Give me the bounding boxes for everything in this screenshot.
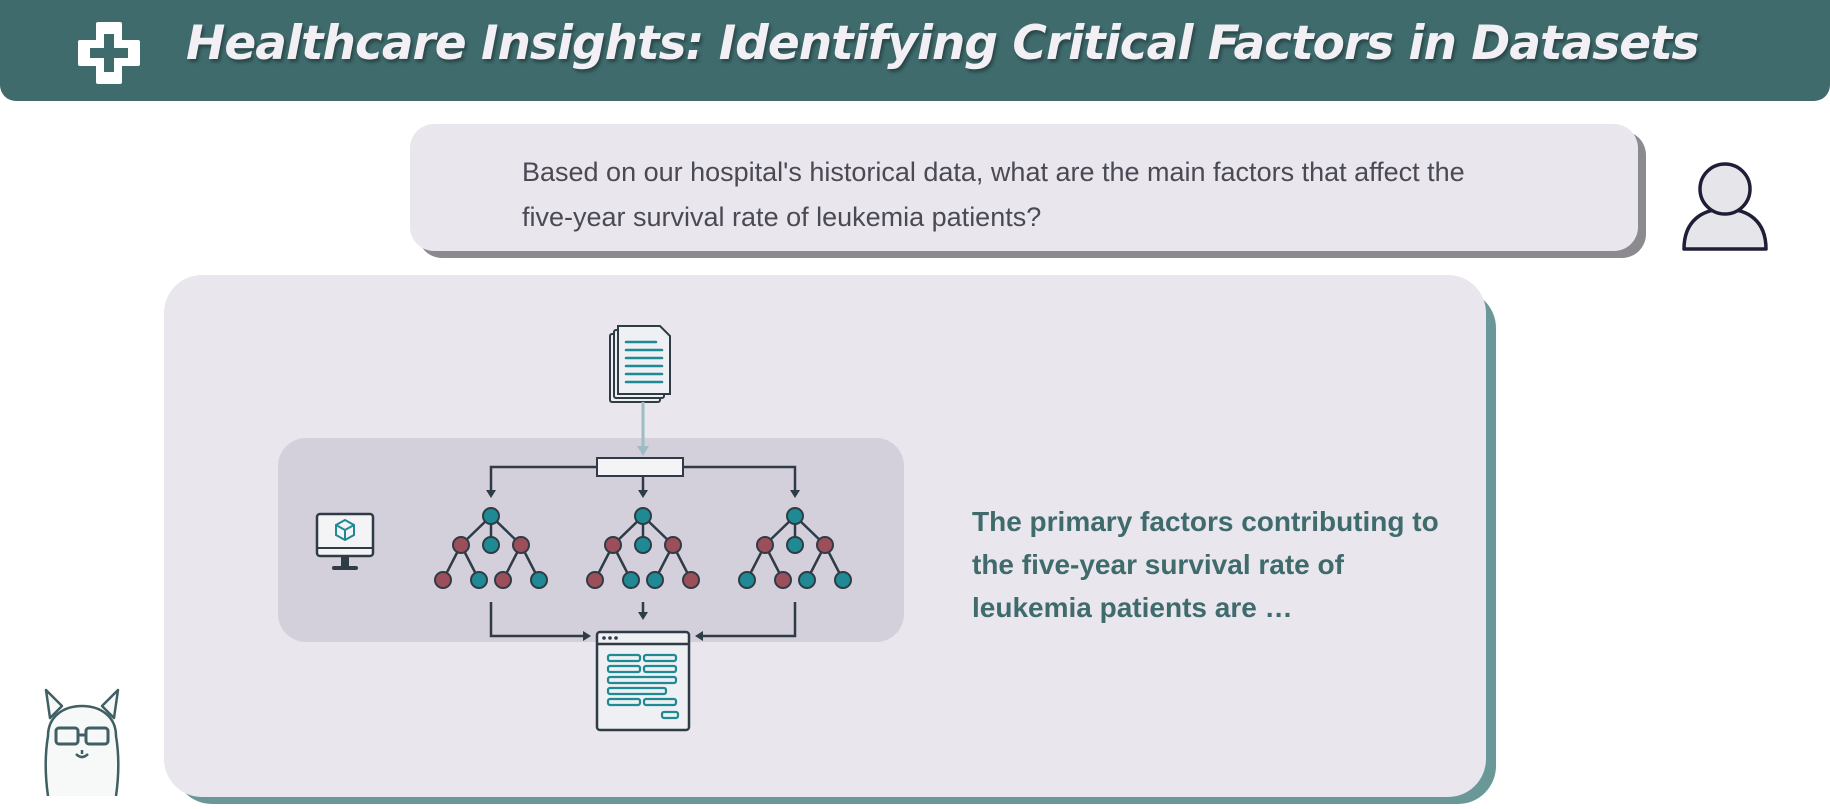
answer-text: The primary factors contributing to the …	[972, 506, 1439, 623]
page-title: Healthcare Insights: Identifying Critica…	[186, 16, 1700, 71]
random-forest-pipeline-diagram	[278, 325, 904, 732]
result-window-icon	[595, 630, 691, 732]
llama-avatar-icon	[44, 688, 120, 797]
header-banner: Healthcare Insights: Identifying Critica…	[0, 0, 1830, 101]
medical-cross-icon	[78, 22, 140, 84]
data-splitter	[596, 457, 684, 477]
page: Healthcare Insights: Identifying Critica…	[0, 0, 1830, 809]
document-stack-icon	[609, 325, 671, 403]
user-icon	[1682, 162, 1768, 251]
assistant-avatar	[26, 678, 138, 797]
question-text: Based on our hospital's historical data,…	[522, 157, 1465, 232]
